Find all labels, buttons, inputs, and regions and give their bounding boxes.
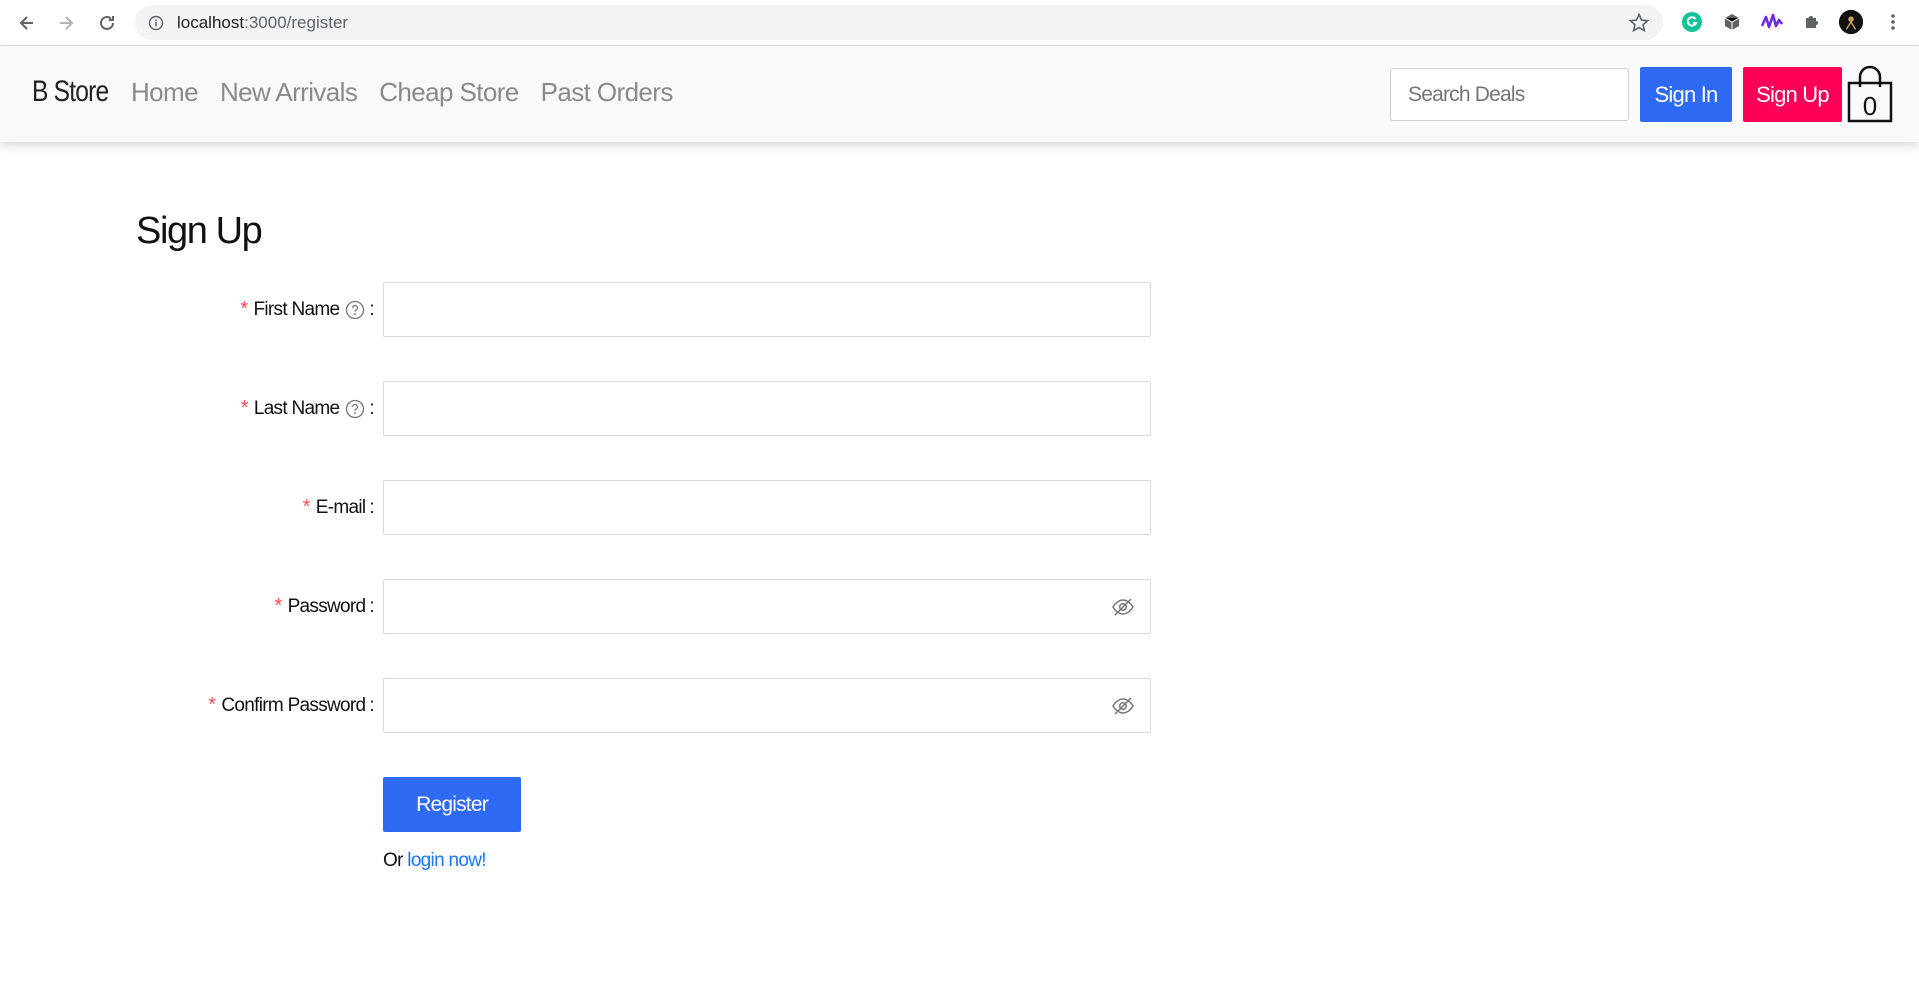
last-name-label-text: Last Name [253, 397, 340, 419]
wave-extension-icon[interactable] [1759, 9, 1785, 35]
first-name-label-text: First Name [253, 298, 341, 320]
register-button[interactable]: Register [383, 777, 521, 832]
eye-invisible-icon[interactable] [1111, 597, 1135, 622]
url-path: :3000/register [244, 12, 349, 32]
brand-logo[interactable]: B Store [32, 75, 109, 109]
or-text: Or [383, 850, 408, 871]
cart-count: 0 [1862, 91, 1878, 121]
grammarly-extension-icon[interactable] [1679, 9, 1705, 35]
confirm-password-label-text: Confirm Password [221, 694, 366, 716]
email-label-text: E-mail [315, 496, 366, 518]
forward-icon[interactable] [51, 8, 81, 38]
url-host: localhost [177, 12, 245, 32]
last-name-row: * Last Name : [0, 381, 1160, 437]
required-mark: * [302, 496, 311, 518]
profile-avatar[interactable] [1838, 9, 1864, 35]
address-bar[interactable]: localhost:3000/register [135, 5, 1663, 40]
label-colon: : [369, 298, 374, 320]
confirm-password-row: * Confirm Password : [0, 678, 1160, 734]
email-input[interactable] [383, 480, 1151, 535]
cube-extension-icon[interactable] [1719, 9, 1745, 35]
last-name-label: * Last Name : [240, 397, 375, 420]
first-name-row: * First Name : [0, 282, 1160, 338]
required-mark: * [240, 298, 248, 320]
required-mark: * [274, 595, 282, 617]
label-colon: : [369, 595, 374, 617]
label-colon: : [369, 496, 374, 518]
extensions-puzzle-icon[interactable] [1799, 9, 1825, 35]
browser-toolbar: localhost:3000/register [0, 0, 1919, 46]
page-title: Sign Up [136, 210, 263, 252]
cart-button[interactable]: 0 [1846, 65, 1894, 123]
email-label: * E-mail : [302, 496, 375, 519]
back-icon[interactable] [12, 8, 42, 38]
label-colon: : [369, 397, 374, 419]
nav-home[interactable]: Home [131, 77, 199, 108]
last-name-input[interactable] [383, 381, 1151, 436]
nav-links: Home New Arrivals Cheap Store Past Order… [131, 77, 695, 108]
url-text: localhost:3000/register [177, 13, 348, 33]
sign-in-button[interactable]: Sign In [1640, 67, 1732, 122]
label-colon: : [369, 694, 374, 716]
browser-menu-icon[interactable] [1880, 9, 1906, 35]
question-circle-icon[interactable] [345, 399, 365, 419]
sign-up-button[interactable]: Sign Up [1743, 67, 1842, 122]
password-input[interactable] [383, 579, 1151, 634]
required-mark: * [240, 397, 249, 419]
login-prompt: Or login now! [383, 850, 487, 872]
bookmark-star-icon[interactable] [1628, 12, 1650, 39]
confirm-password-label: * Confirm Password : [208, 694, 374, 717]
search-deals-input[interactable] [1390, 68, 1629, 121]
eye-invisible-icon[interactable] [1111, 696, 1135, 721]
question-circle-icon[interactable] [345, 300, 365, 320]
nav-past-orders[interactable]: Past Orders [541, 77, 674, 108]
nav-new-arrivals[interactable]: New Arrivals [220, 77, 358, 108]
site-navbar: B Store Home New Arrivals Cheap Store Pa… [0, 47, 1919, 142]
nav-cheap-store[interactable]: Cheap Store [379, 77, 519, 108]
first-name-input[interactable] [383, 282, 1151, 337]
login-now-link[interactable]: login now! [407, 850, 486, 871]
required-mark: * [208, 694, 216, 716]
first-name-label: * First Name : [240, 298, 374, 321]
password-row: * Password : [0, 579, 1160, 635]
confirm-password-input[interactable] [383, 678, 1151, 733]
site-info-icon[interactable] [148, 15, 164, 31]
email-row: * E-mail : [0, 480, 1160, 536]
reload-icon[interactable] [92, 8, 122, 38]
password-label: * Password : [274, 595, 374, 618]
password-label-text: Password [287, 595, 367, 617]
